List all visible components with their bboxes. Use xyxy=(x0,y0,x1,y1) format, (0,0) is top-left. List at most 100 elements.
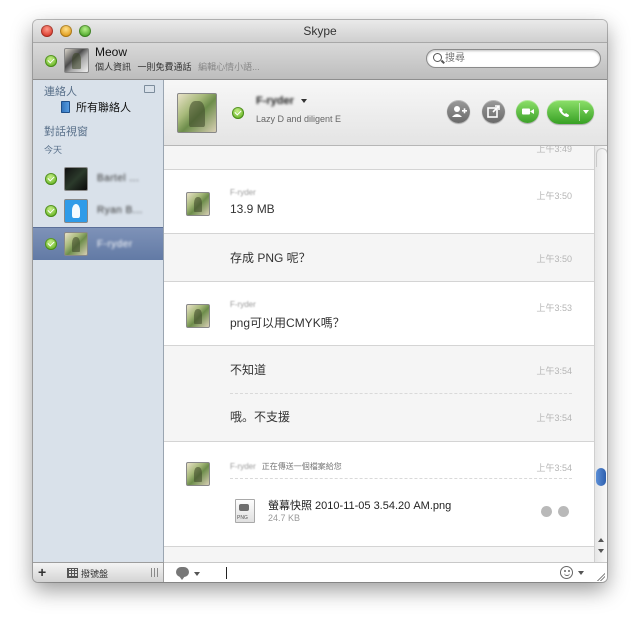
chat-options-chevron-icon[interactable] xyxy=(194,572,200,576)
message-separator xyxy=(230,393,572,394)
phone-icon xyxy=(559,107,569,117)
conversations-header: 對話視窗 xyxy=(44,126,88,138)
my-name[interactable]: Meow xyxy=(95,45,127,59)
message-input-bar xyxy=(164,562,607,582)
search-box[interactable] xyxy=(426,49,601,68)
share-out-icon xyxy=(487,105,500,118)
call-button[interactable] xyxy=(547,100,594,124)
address-book-icon xyxy=(61,101,70,113)
file-type-label: PNG xyxy=(237,515,248,521)
chat-bubble-icon[interactable] xyxy=(176,567,189,580)
window-resize-grip[interactable] xyxy=(596,572,605,581)
message-sender: F-ryder xyxy=(230,462,256,471)
file-thumbnail xyxy=(239,504,249,511)
all-contacts-label: 所有聯絡人 xyxy=(76,102,131,114)
my-avatar[interactable] xyxy=(64,48,89,73)
sidebar: 連絡人 所有聯絡人 對話視窗 今天 Bartel ... Ryan B... F… xyxy=(33,80,164,562)
dialpad-icon xyxy=(67,568,78,578)
free-call-note[interactable]: 一則免費通話 xyxy=(138,62,192,72)
video-call-button[interactable] xyxy=(516,100,539,123)
message-scrollbar[interactable] xyxy=(594,146,607,562)
sender-avatar xyxy=(186,462,210,486)
online-status-icon xyxy=(45,238,57,250)
message-text: 不知道 xyxy=(230,363,267,377)
sidebar-footer: + 撥號盤 xyxy=(33,562,164,582)
emoticon-icon[interactable] xyxy=(560,566,573,579)
person-figure xyxy=(193,196,203,213)
scrollbar-track-top xyxy=(596,148,607,167)
profile-link[interactable]: 個人資訊 xyxy=(95,62,131,72)
scroll-down-arrow-icon[interactable] xyxy=(598,549,604,553)
message-input[interactable] xyxy=(230,565,530,581)
open-contacts-window-icon[interactable] xyxy=(144,85,155,93)
message-time: 上午3:49 xyxy=(536,146,572,154)
png-file-icon[interactable]: PNG xyxy=(235,499,255,523)
message-item: F-ryder 13.9 MB 上午3:50 xyxy=(164,170,594,234)
message-time: 上午3:54 xyxy=(536,413,572,423)
conversation-item[interactable]: Bartel ... xyxy=(33,164,163,193)
call-options-chevron-icon[interactable] xyxy=(583,110,589,114)
all-contacts-item[interactable]: 所有聯絡人 xyxy=(61,99,131,115)
window-title: Skype xyxy=(303,24,337,38)
sender-avatar xyxy=(186,304,210,328)
conversation-name: F-ryder xyxy=(97,239,133,250)
conversation-name: Bartel ... xyxy=(97,173,140,184)
add-person-icon xyxy=(452,106,467,117)
sidebar-resize-handle[interactable] xyxy=(151,568,158,577)
scrollbar-thumb[interactable] xyxy=(596,468,606,486)
conversation-item-selected[interactable]: F-ryder xyxy=(33,227,163,260)
search-input[interactable] xyxy=(445,51,590,65)
add-people-button[interactable] xyxy=(447,100,470,123)
message-item: 存成 PNG 呢？ 上午3:50 xyxy=(164,234,594,282)
emoticon-chevron-icon[interactable] xyxy=(578,571,584,575)
message-item: 上午3:49 xyxy=(164,146,594,170)
message-time: 上午3:50 xyxy=(536,254,572,264)
file-transfer-text: 正在傳送一個檔案給您 xyxy=(261,462,342,471)
today-label: 今天 xyxy=(44,145,63,155)
add-contact-button[interactable]: + xyxy=(38,564,46,580)
my-subtitle: 個人資訊 一則免費通話 編輯心情小語... xyxy=(95,60,260,73)
share-button[interactable] xyxy=(482,100,505,123)
person-figure xyxy=(189,100,205,128)
message-time: 上午3:53 xyxy=(536,303,572,313)
text-cursor xyxy=(226,567,227,579)
contact-avatar xyxy=(64,167,88,191)
message-separator xyxy=(230,478,572,479)
online-status-icon xyxy=(45,205,57,217)
conversation-item[interactable]: Ryan B... xyxy=(33,196,163,225)
person-figure xyxy=(193,466,203,483)
video-camera-icon xyxy=(522,108,534,115)
file-size: 24.7 KB xyxy=(268,513,301,523)
mood-message-field[interactable]: 編輯心情小語... xyxy=(198,62,260,72)
message-history[interactable]: 上午3:49 F-ryder 13.9 MB 上午3:50 存成 PNG 呢？ … xyxy=(164,146,594,562)
dialpad-button[interactable]: 撥號盤 xyxy=(67,567,108,580)
quick-look-eye-icon[interactable] xyxy=(558,506,569,517)
contact-avatar xyxy=(64,232,88,256)
title-bar[interactable]: Skype xyxy=(33,20,607,43)
contacts-header[interactable]: 連絡人 xyxy=(44,83,77,99)
peer-menu-chevron-icon[interactable] xyxy=(301,99,307,103)
show-in-finder-icon[interactable] xyxy=(541,506,552,517)
message-text: 存成 PNG 呢？ xyxy=(230,251,311,265)
peer-avatar[interactable] xyxy=(177,93,217,133)
peer-name[interactable]: F-ryder xyxy=(256,95,294,107)
search-icon xyxy=(433,53,442,62)
my-online-status-icon[interactable] xyxy=(45,55,57,67)
default-person-figure xyxy=(71,204,81,219)
message-time: 上午3:54 xyxy=(536,366,572,376)
message-text: png可以用CMYK嗎？ xyxy=(230,316,345,330)
person-figure xyxy=(71,236,81,253)
file-transfer-note: F-ryder 正在傳送一個檔案給您 xyxy=(230,461,342,472)
message-group: 不知道 上午3:54 哦。不支援 上午3:54 xyxy=(164,346,594,442)
cat-figure xyxy=(71,53,82,70)
message-text: 哦。不支援 xyxy=(230,410,291,424)
contact-avatar xyxy=(64,199,88,223)
conversation-name: Ryan B... xyxy=(97,205,143,216)
file-name[interactable]: 螢幕快照 2010-11-05 3.54.20 AM.png xyxy=(268,497,451,513)
message-time: 上午3:54 xyxy=(536,463,572,473)
message-sender: F-ryder xyxy=(230,188,256,197)
person-figure xyxy=(193,308,203,325)
message-sender: F-ryder xyxy=(230,300,256,309)
scroll-up-arrow-icon[interactable] xyxy=(598,538,604,542)
message-time: 上午3:50 xyxy=(536,191,572,201)
